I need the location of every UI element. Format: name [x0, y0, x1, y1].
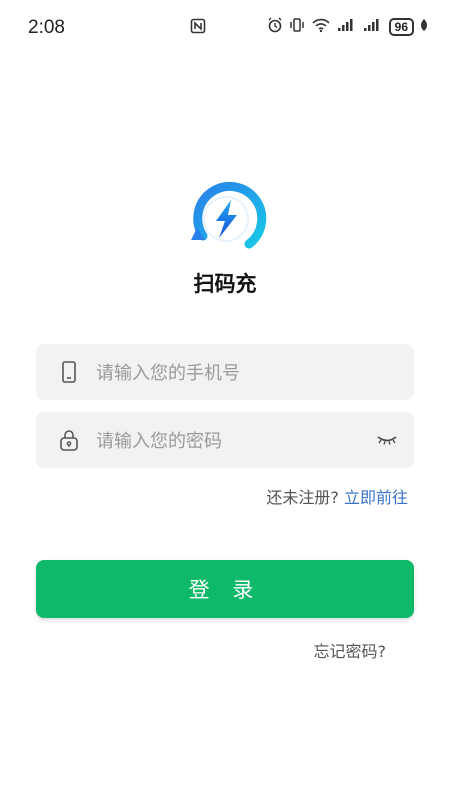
wifi-icon — [311, 17, 331, 37]
register-prompt: 还未注册? 立即前往 — [266, 484, 408, 508]
login-button[interactable]: 登 录 — [36, 560, 414, 618]
password-field[interactable] — [36, 412, 414, 470]
phone-icon — [58, 360, 80, 384]
status-icons: 96 — [267, 17, 428, 37]
eye-closed-icon[interactable] — [376, 432, 398, 446]
status-time: 2:08 — [28, 17, 65, 38]
lock-icon — [58, 428, 80, 452]
leaf-icon — [420, 18, 428, 36]
register-prompt-text: 还未注册? — [266, 488, 339, 507]
phone-input[interactable] — [94, 344, 364, 402]
app-name: 扫码充 — [193, 272, 257, 296]
status-bar: 2:08 96 — [0, 0, 450, 56]
app-logo — [183, 176, 269, 262]
vibrate-icon — [289, 17, 305, 37]
alarm-icon — [267, 17, 283, 37]
phone-field[interactable] — [36, 344, 414, 402]
register-link[interactable]: 立即前往 — [344, 488, 408, 507]
password-input[interactable] — [94, 412, 364, 470]
battery-icon: 96 — [388, 18, 414, 36]
signal-icon — [363, 18, 383, 36]
forgot-password-link[interactable]: 忘记密码? — [314, 638, 387, 662]
signal-icon — [337, 18, 357, 36]
nfc-icon — [190, 18, 206, 38]
